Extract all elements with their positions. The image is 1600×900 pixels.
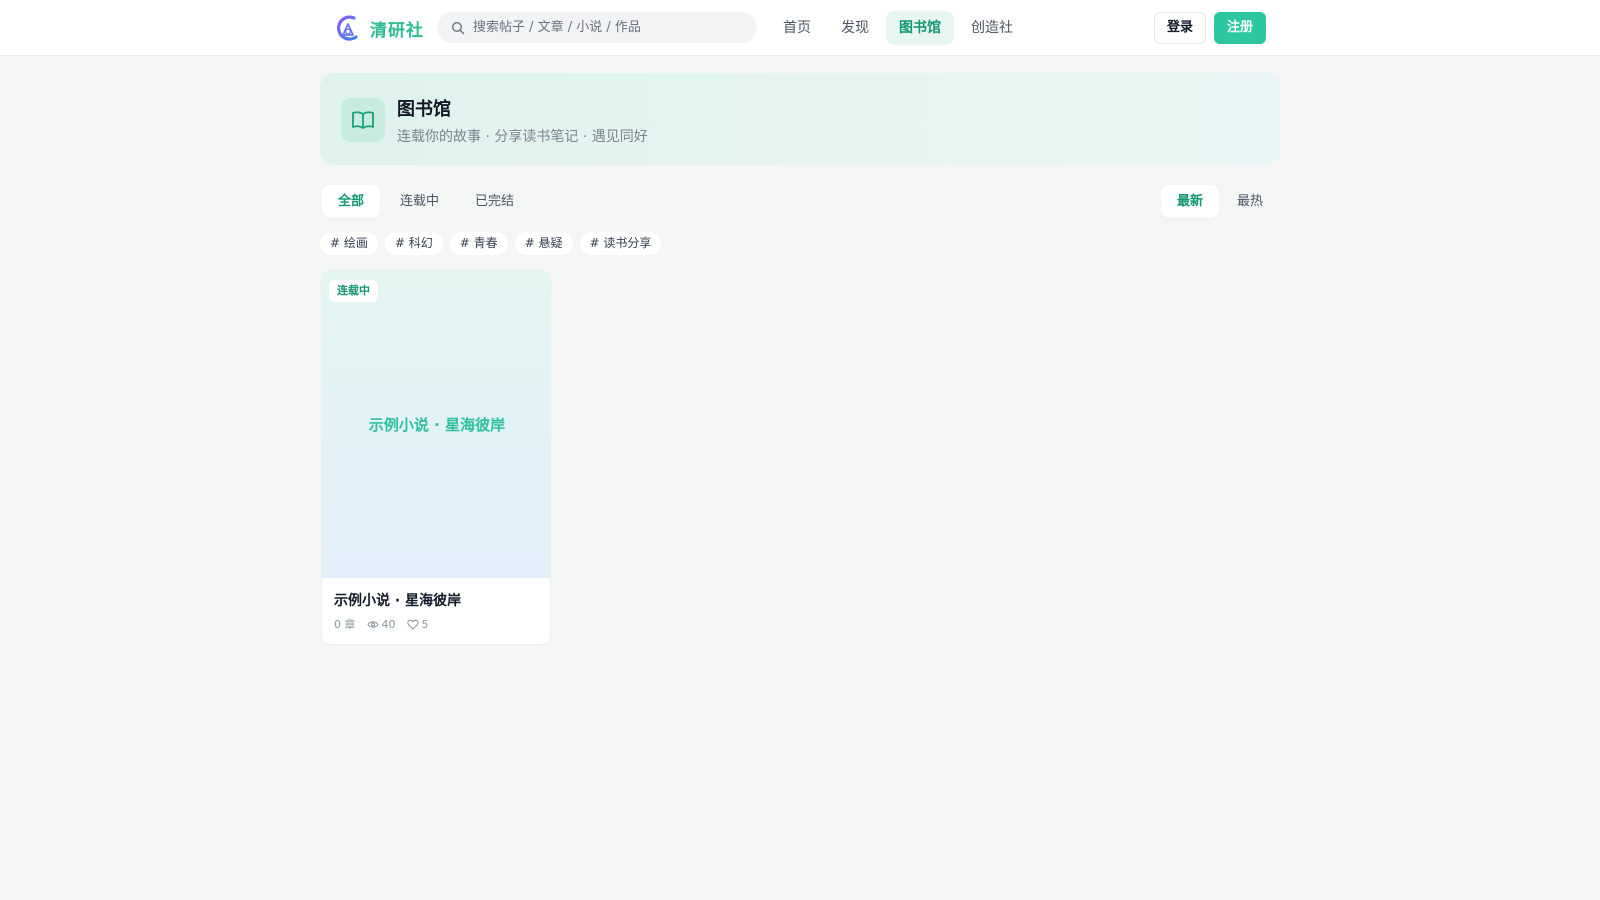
like-count-value: 5	[421, 617, 429, 631]
heart-icon	[406, 619, 419, 629]
nav-discover[interactable]: 发现	[828, 11, 882, 45]
eye-icon	[366, 620, 379, 628]
page-title: 图书馆	[397, 99, 451, 120]
logo-icon	[336, 15, 358, 41]
search-input[interactable]	[473, 20, 743, 35]
tag-youth[interactable]: # 青春	[449, 232, 508, 255]
main-nav: 首页 发现 图书馆 创造社	[770, 11, 1026, 45]
view-count: 40	[366, 617, 396, 631]
tag-scifi[interactable]: # 科幻	[384, 232, 443, 255]
tag-filter-list: # 绘画 # 科幻 # 青春 # 悬疑 # 读书分享	[320, 232, 662, 255]
book-title[interactable]: 示例小说 · 星海彼岸	[334, 590, 461, 610]
book-cover[interactable]: 连载中 示例小说 · 星海彼岸	[322, 271, 550, 578]
tag-reading-share[interactable]: # 读书分享	[579, 232, 662, 255]
status-badge: 连载中	[329, 280, 378, 302]
nav-home[interactable]: 首页	[770, 11, 824, 45]
nav-library[interactable]: 图书馆	[886, 11, 954, 45]
chapter-count: 0 章	[334, 616, 356, 632]
cover-title: 示例小说 · 星海彼岸	[368, 416, 506, 434]
hero-icon-badge	[341, 98, 385, 142]
sort-latest[interactable]: 最新	[1161, 185, 1220, 218]
top-navigation-bar: 清研社 首页 发现 图书馆 创造社 登录 注册	[0, 0, 1600, 56]
sort-hottest[interactable]: 最热	[1221, 185, 1279, 218]
tag-painting[interactable]: # 绘画	[320, 232, 378, 255]
tab-serializing[interactable]: 连载中	[384, 185, 455, 218]
library-hero-banner: 图书馆 连载你的故事 · 分享读书笔记 · 遇见同好	[320, 73, 1280, 165]
book-meta: 0 章 40 5	[334, 616, 440, 632]
view-count-value: 40	[381, 617, 396, 631]
status-tabs: 全部 连载中 已完结	[322, 185, 530, 218]
sort-tabs: 最新 最热	[1161, 185, 1279, 218]
tab-completed[interactable]: 已完结	[459, 185, 530, 218]
page-subtitle: 连载你的故事 · 分享读书笔记 · 遇见同好	[397, 129, 648, 145]
register-button[interactable]: 注册	[1214, 12, 1266, 44]
open-book-icon	[352, 111, 374, 129]
search-box[interactable]	[437, 12, 757, 43]
tag-mystery[interactable]: # 悬疑	[514, 232, 573, 255]
like-count: 5	[406, 617, 429, 631]
nav-creator-club[interactable]: 创造社	[958, 11, 1026, 45]
tab-all[interactable]: 全部	[322, 185, 381, 218]
brand-name: 清研社	[370, 20, 424, 41]
book-card[interactable]: 连载中 示例小说 · 星海彼岸 示例小说 · 星海彼岸 0 章 40 5	[321, 270, 551, 645]
login-button[interactable]: 登录	[1154, 12, 1206, 44]
brand-logo[interactable]: 清研社	[334, 13, 424, 43]
chapter-count-value: 0 章	[334, 618, 356, 631]
search-icon	[451, 21, 465, 34]
